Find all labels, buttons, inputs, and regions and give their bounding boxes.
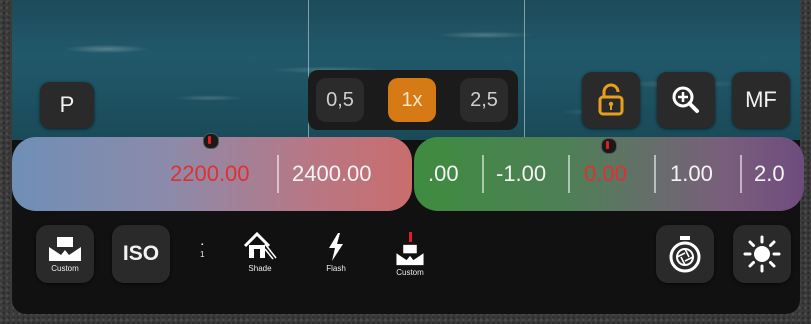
ev-current-value: 0.00 bbox=[584, 161, 627, 186]
lock-button[interactable] bbox=[582, 72, 640, 128]
preset-label: 1 bbox=[200, 250, 205, 259]
shade-icon bbox=[243, 232, 277, 260]
zoom-option-label: 2,5 bbox=[470, 88, 498, 111]
preset-label: Shade bbox=[248, 264, 272, 273]
white-balance-button[interactable]: Custom bbox=[36, 225, 94, 283]
wb-scale-value: 2400.00 bbox=[292, 161, 372, 186]
custom-wb-icon bbox=[49, 236, 81, 261]
unlock-icon bbox=[598, 83, 624, 116]
zoom-option-0-5[interactable]: 0,5 bbox=[316, 78, 364, 122]
wb-button-label: Custom bbox=[51, 263, 79, 273]
wb-current-value: 2200.00 bbox=[170, 161, 250, 186]
sun-icon bbox=[743, 235, 781, 273]
timer-button[interactable] bbox=[656, 225, 714, 283]
zoom-option-label: 0,5 bbox=[326, 88, 354, 111]
scale-separator bbox=[740, 155, 742, 193]
scale-separator bbox=[277, 155, 279, 193]
wb-preset-custom[interactable]: Custom bbox=[395, 232, 425, 277]
shooting-mode-button[interactable]: P bbox=[40, 82, 94, 128]
brightness-button[interactable] bbox=[733, 225, 791, 283]
ev-scale-value: 2.0 bbox=[754, 161, 785, 186]
custom-wb-icon bbox=[396, 244, 424, 266]
zoom-option-2-5[interactable]: 2,5 bbox=[460, 78, 508, 122]
flash-icon bbox=[329, 233, 343, 261]
ev-scale-value: -1.00 bbox=[496, 161, 547, 186]
iso-label: ISO bbox=[122, 242, 160, 265]
preset-label: Flash bbox=[326, 264, 346, 273]
timer-aperture-icon bbox=[669, 236, 701, 273]
iso-button[interactable]: ISO bbox=[112, 225, 170, 283]
scale-separator bbox=[568, 155, 570, 193]
grid-line bbox=[524, 0, 525, 140]
magnify-button[interactable] bbox=[657, 72, 715, 128]
zoom-selector: 0,5 1x 2,5 bbox=[308, 70, 518, 130]
shooting-mode-label: P bbox=[59, 92, 75, 117]
scale-separator bbox=[654, 155, 656, 193]
wb-preset-1[interactable]: ▪ 1 bbox=[200, 242, 204, 259]
ev-scale-value: .00 bbox=[428, 161, 459, 186]
wb-preset-flash[interactable]: Flash bbox=[326, 232, 346, 273]
selected-marker-icon bbox=[408, 232, 412, 242]
zoom-option-1x[interactable]: 1x bbox=[388, 78, 436, 122]
focus-mode-label: MF bbox=[745, 87, 777, 112]
wb-preset-shade[interactable]: Shade bbox=[243, 232, 277, 273]
scale-separator bbox=[482, 155, 484, 193]
zoom-in-icon bbox=[672, 86, 699, 113]
ev-scale-value: 1.00 bbox=[670, 161, 713, 186]
focus-mode-button[interactable]: MF bbox=[732, 72, 790, 128]
zoom-option-label: 1x bbox=[401, 88, 423, 111]
preset-tick-icon: ▪ bbox=[201, 242, 204, 248]
preset-label: Custom bbox=[396, 268, 424, 277]
